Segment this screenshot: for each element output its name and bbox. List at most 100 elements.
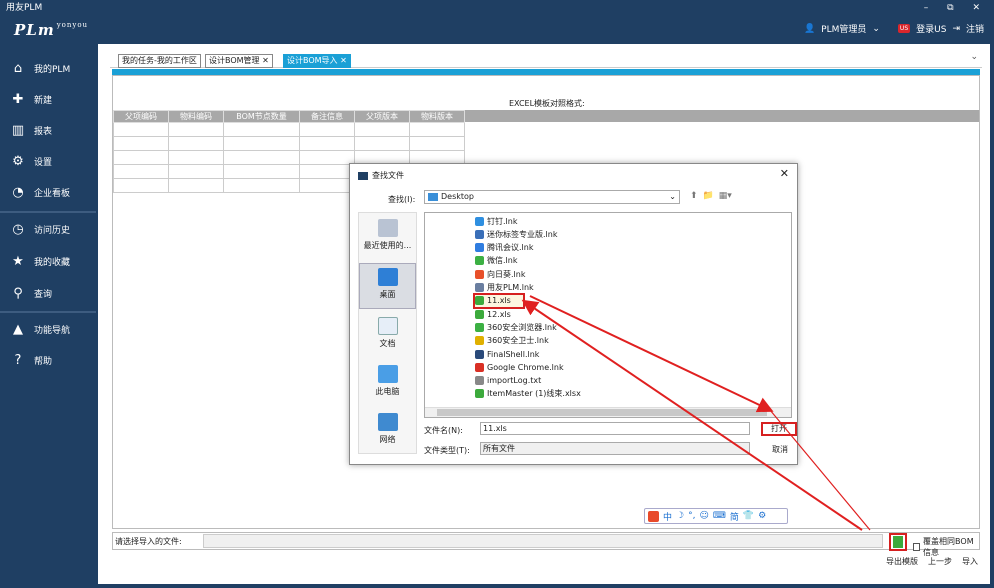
- horizontal-scrollbar[interactable]: [425, 407, 791, 417]
- file-item[interactable]: 微信.lnk: [475, 255, 517, 267]
- sidebar-item-dashboard[interactable]: ◔ 企业看板: [0, 178, 96, 206]
- overwrite-option[interactable]: 覆盖相同BOM信息: [913, 536, 979, 558]
- file-type-icon: [475, 336, 484, 346]
- col-parent-code: 父项编码: [113, 110, 169, 123]
- nav-icon: ▲: [13, 321, 23, 337]
- view-menu-icon[interactable]: ▦▾: [719, 191, 732, 201]
- place-desktop[interactable]: 桌面: [359, 263, 416, 309]
- overwrite-checkbox[interactable]: [913, 543, 921, 551]
- close-icon[interactable]: ✕: [780, 167, 789, 180]
- file-name: 12.xls: [487, 309, 511, 319]
- sidebar-item-label: 我的收藏: [34, 257, 71, 268]
- place-label: 桌面: [379, 290, 396, 299]
- look-in-select[interactable]: Desktop ⌄: [424, 190, 680, 204]
- chevron-down-icon[interactable]: ⌄: [872, 24, 880, 34]
- file-type-icon: [475, 229, 484, 239]
- table-row: [113, 136, 465, 151]
- filetype-select[interactable]: 所有文件: [480, 442, 750, 455]
- ime-emoji-icon[interactable]: ☺: [699, 511, 708, 521]
- file-item[interactable]: 360安全浏览器.lnk: [475, 321, 557, 333]
- previous-step-button[interactable]: 上一步: [928, 556, 952, 567]
- excel-file-icon: [893, 536, 903, 548]
- ime-chinese-icon[interactable]: 中: [663, 510, 672, 523]
- place-network[interactable]: 网络: [359, 409, 416, 455]
- file-item[interactable]: 11.xls: [473, 292, 525, 309]
- template-header-band: [463, 110, 979, 122]
- sidebar-item-label: 企业看板: [34, 188, 71, 199]
- place-recent[interactable]: 最近使用的...: [359, 215, 416, 261]
- browse-file-button[interactable]: [889, 533, 907, 551]
- sidebar-item-my-plm[interactable]: ⌂ 我的PLM: [0, 54, 96, 82]
- file-list[interactable]: ItemMaster (1)线束.xlsx importLog.txt Google…: [424, 212, 792, 418]
- ime-skin-icon[interactable]: 👕: [743, 511, 754, 521]
- file-item[interactable]: importLog.txt: [475, 375, 541, 387]
- new-folder-icon[interactable]: 📁: [703, 191, 714, 201]
- place-documents[interactable]: 文档: [359, 313, 416, 359]
- tab-design-bom-manage[interactable]: 设计BOM管理 ✕: [205, 54, 273, 68]
- dialog-toolbar: ⬆ 📁 ▦▾: [690, 191, 732, 201]
- sidebar-item-label: 访问历史: [34, 225, 71, 236]
- open-button[interactable]: 打开: [761, 422, 797, 436]
- network-icon: [377, 413, 398, 431]
- file-path-field[interactable]: [203, 534, 883, 548]
- file-item[interactable]: 钉钉.lnk: [475, 215, 517, 227]
- sidebar-item-label: 帮助: [34, 356, 53, 367]
- file-name: 迷你标签专业版.lnk: [487, 229, 558, 239]
- up-folder-icon[interactable]: ⬆: [690, 191, 698, 201]
- ime-keyboard-icon[interactable]: ⌨: [713, 511, 726, 521]
- sidebar-item-new[interactable]: ✚ 新建: [0, 85, 96, 113]
- tab-design-bom-import[interactable]: 设计BOM导入 ✕: [283, 54, 351, 68]
- window-controls[interactable]: – ⧉ ✕: [924, 0, 988, 16]
- col-parent-version: 父项版本: [354, 110, 410, 123]
- new-icon: ✚: [12, 91, 24, 107]
- sidebar-item-report[interactable]: ▥ 报表: [0, 116, 96, 144]
- logout-link[interactable]: 注销: [966, 22, 984, 35]
- sidebar-item-function-nav[interactable]: ▲ 功能导航: [0, 315, 96, 343]
- file-item[interactable]: 12.xls: [475, 308, 511, 320]
- sidebar-item-help[interactable]: ? 帮助: [0, 346, 96, 374]
- ime-moon-icon[interactable]: ☽: [676, 511, 684, 521]
- excel-template-title: EXCEL模板对照格式:: [509, 99, 585, 108]
- file-item[interactable]: 用友PLM.lnk: [475, 282, 534, 294]
- login-us-link[interactable]: 登录US: [916, 22, 946, 35]
- file-type-icon: [475, 296, 484, 306]
- file-name: 腾讯会议.lnk: [487, 243, 534, 253]
- ime-toolbar[interactable]: 中 ☽ °, ☺ ⌨ 简 👕 ⚙: [644, 508, 788, 524]
- logout-icon[interactable]: ⇥: [952, 24, 960, 34]
- place-label: 最近使用的...: [363, 241, 412, 250]
- file-type-icon: [475, 349, 484, 359]
- file-select-row: 请选择导入的文件: 覆盖相同BOM信息: [112, 532, 980, 557]
- file-name: 11.xls: [487, 296, 511, 306]
- tab-my-tasks[interactable]: 我的任务-我的工作区: [118, 54, 201, 68]
- cancel-button[interactable]: 取消: [772, 444, 788, 455]
- sidebar-item-search[interactable]: ⚲ 查询: [0, 279, 96, 307]
- sidebar: ⌂ 我的PLM ✚ 新建 ▥ 报表 ⚙ 设置 ◔ 企业看板 ◷ 访问历史 ★ 我的收藏 ⚲ 查询…: [0, 44, 96, 588]
- window-titlebar: 用友PLM – ⧉ ✕: [0, 0, 994, 16]
- sidebar-divider: [0, 211, 96, 213]
- export-template-button[interactable]: 导出模版: [886, 556, 918, 567]
- import-button[interactable]: 导入: [962, 556, 978, 567]
- file-item[interactable]: 腾讯会议.lnk: [475, 242, 533, 254]
- filetype-label: 文件类型(T):: [424, 446, 470, 455]
- sidebar-item-history[interactable]: ◷ 访问历史: [0, 215, 96, 243]
- file-item[interactable]: FinalShell.lnk: [475, 348, 539, 360]
- file-name: 360安全卫士.lnk: [487, 336, 549, 346]
- file-item[interactable]: 迷你标签专业版.lnk: [475, 228, 557, 240]
- scrollbar-thumb[interactable]: [437, 409, 767, 416]
- file-item[interactable]: 360安全卫士.lnk: [475, 335, 549, 347]
- desktop-folder-icon: [428, 193, 438, 201]
- sidebar-item-settings[interactable]: ⚙ 设置: [0, 147, 96, 175]
- file-item[interactable]: 向日葵.lnk: [475, 268, 525, 280]
- file-item[interactable]: Google Chrome.lnk: [475, 361, 564, 373]
- ime-simplified-icon[interactable]: 简: [730, 510, 739, 523]
- sidebar-item-favorites[interactable]: ★ 我的收藏: [0, 247, 96, 275]
- ime-settings-icon[interactable]: ⚙: [758, 511, 766, 521]
- ime-punct-icon[interactable]: °,: [688, 511, 695, 521]
- file-item[interactable]: ItemMaster (1)线束.xlsx: [475, 388, 581, 400]
- user-menu[interactable]: PLM管理员: [821, 22, 866, 35]
- chevron-down-icon: ⌄: [669, 192, 676, 201]
- tab-menu-chevron-icon[interactable]: ⌄: [970, 52, 978, 62]
- place-this-pc[interactable]: 此电脑: [359, 361, 416, 407]
- file-type-icon: [475, 256, 484, 266]
- filename-input[interactable]: 11.xls: [480, 422, 750, 435]
